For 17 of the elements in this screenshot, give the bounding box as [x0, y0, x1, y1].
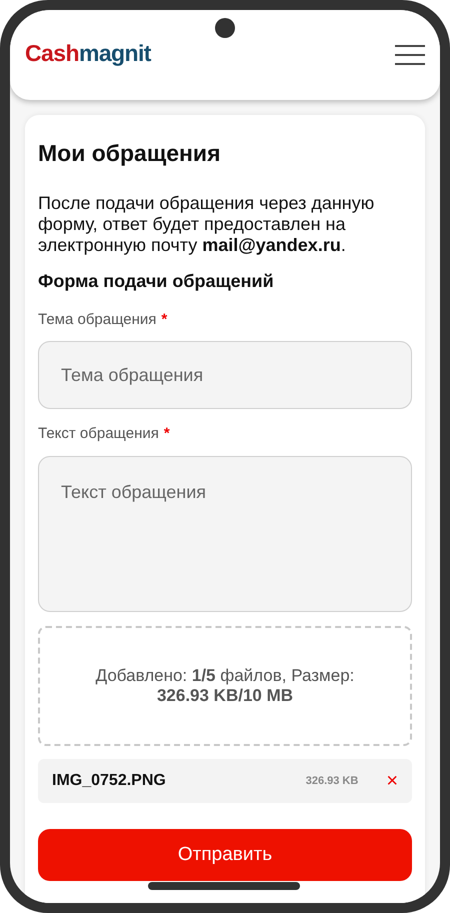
file-name: IMG_0752.PNG: [52, 770, 167, 791]
required-mark: *: [164, 424, 170, 444]
form-title: Форма подачи обращений: [38, 270, 275, 293]
remove-file-button[interactable]: ×: [386, 770, 398, 791]
file-size: 326.93 KB: [306, 774, 358, 788]
intro-text: После подачи обращения через данную форму, ответ будет предоставлен на электронную почту mail@yandex.ru.: [38, 192, 376, 256]
upload-dropzone[interactable]: Добавлено: 1/5 файлов, Размер: 326.93 KB/10 MB: [38, 626, 412, 746]
required-mark: *: [161, 310, 168, 330]
logo[interactable]: Cashmagnit: [25, 42, 151, 65]
input-field[interactable]: Тема обращения: [38, 341, 412, 410]
submit-button[interactable]: Отправить: [38, 828, 412, 881]
menu-icon[interactable]: [395, 44, 425, 66]
field-label: Текст обращения: [38, 424, 159, 444]
page-title: Мои обращения: [38, 139, 222, 168]
upload-summary: Добавлено: 1/5 файлов, Размер: 326.93 KB/10 MB: [94, 666, 356, 706]
field-label: Тема обращения: [38, 310, 156, 330]
textarea-field[interactable]: Текст обращения: [38, 456, 412, 612]
